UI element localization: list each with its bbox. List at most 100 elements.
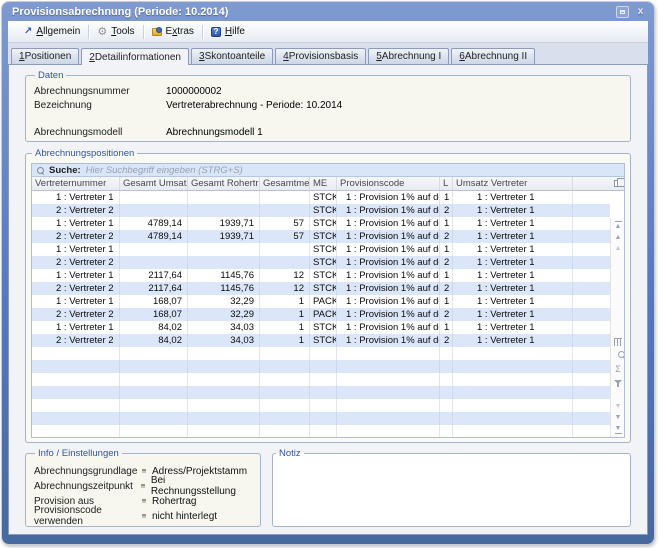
- grid-cell[interactable]: STCK: [310, 321, 337, 334]
- grid-header-cell[interactable]: Vertreternummer: [32, 177, 120, 190]
- grid-cell[interactable]: 4789,14: [120, 217, 188, 230]
- tab-abrechnung-ii[interactable]: 6 Abrechnung II: [451, 48, 535, 64]
- grid-cell[interactable]: 1 : Vertreter 1: [32, 295, 120, 308]
- grid-cell[interactable]: 4789,14: [120, 230, 188, 243]
- grid-cell[interactable]: 84,02: [120, 334, 188, 347]
- grid-cell[interactable]: 1 : Vertreter 1: [32, 243, 120, 256]
- grid-cell[interactable]: 1 : Vertreter 1: [32, 191, 120, 204]
- grid-cell[interactable]: 2 : Vertreter 2: [32, 256, 120, 269]
- menu-item-extras[interactable]: Extras: [144, 21, 202, 42]
- grid-cell[interactable]: 1 : Vertreter 1: [453, 321, 573, 334]
- grid-cell[interactable]: 168,07: [120, 295, 188, 308]
- grid-cell[interactable]: 2: [440, 230, 453, 243]
- grid-row[interactable]: 2 : Vertreter 22117,641145,7612STCK1 : P…: [32, 282, 610, 295]
- grid-cell[interactable]: 1 : Provision 1% auf den ve: [337, 230, 440, 243]
- grid-cell[interactable]: STCK: [310, 191, 337, 204]
- grid-cell[interactable]: [188, 256, 260, 269]
- grid-header-cell[interactable]: ME: [310, 177, 337, 190]
- grid-cell[interactable]: 2: [440, 204, 453, 217]
- grid-cell[interactable]: 2 : Vertreter 2: [32, 204, 120, 217]
- grid-header-cell[interactable]: Provisionscode: [337, 177, 440, 190]
- grid-cell[interactable]: 1 : Vertreter 1: [453, 282, 573, 295]
- menu-item-hilfe[interactable]: ?Hilfe: [203, 21, 253, 42]
- grid-cell[interactable]: 1: [260, 321, 310, 334]
- scroll-to-top-icon[interactable]: ▲: [611, 221, 624, 231]
- grid-cell[interactable]: [120, 191, 188, 204]
- grid-row[interactable]: 1 : Vertreter 1168,0732,291PACK1 : Provi…: [32, 295, 610, 308]
- grid-cell[interactable]: STCK: [310, 282, 337, 295]
- grid-row[interactable]: 2 : Vertreter 2168,0732,291PACK1 : Provi…: [32, 308, 610, 321]
- grid-cell[interactable]: 1 : Vertreter 1: [453, 204, 573, 217]
- grid-cell[interactable]: 34,03: [188, 334, 260, 347]
- grid-cell[interactable]: STCK: [310, 334, 337, 347]
- grid-cell[interactable]: 1 : Vertreter 1: [32, 217, 120, 230]
- notiz-input[interactable]: [275, 461, 628, 524]
- search-input[interactable]: Hier Suchbegriff eingeben (STRG+S): [86, 165, 243, 176]
- grid-cell[interactable]: 1 : Vertreter 1: [453, 334, 573, 347]
- scroll-down-page-icon[interactable]: ▼: [611, 402, 624, 411]
- grid-cell[interactable]: 2117,64: [120, 269, 188, 282]
- grid-cell[interactable]: 1 : Provision 1% auf den ve: [337, 243, 440, 256]
- menu-item-allgemein[interactable]: ↗Allgemein: [16, 21, 88, 42]
- grid-cell[interactable]: 1 : Vertreter 1: [453, 191, 573, 204]
- grid-cell[interactable]: [260, 243, 310, 256]
- grid-cell[interactable]: 84,02: [120, 321, 188, 334]
- grid-cell[interactable]: 168,07: [120, 308, 188, 321]
- scroll-up-icon[interactable]: ▲: [611, 233, 624, 242]
- grid-cell[interactable]: 1 : Vertreter 1: [453, 243, 573, 256]
- grid-header-cell[interactable]: Umsatz Vertreter: [453, 177, 573, 190]
- grid-cell[interactable]: [260, 204, 310, 217]
- grid-row[interactable]: 2 : Vertreter 2STCK1 : Provision 1% auf …: [32, 204, 610, 217]
- grid-cell[interactable]: 1 : Vertreter 1: [453, 230, 573, 243]
- sum-icon[interactable]: Σ: [611, 365, 624, 374]
- grid-cell[interactable]: PACK: [310, 308, 337, 321]
- menu-item-tools[interactable]: ⚙Tools: [89, 21, 142, 42]
- grid-header-cell[interactable]: Gesamt Umsatz EUR: [120, 177, 188, 190]
- tab-positionen[interactable]: 1 Positionen: [11, 48, 79, 64]
- grid-cell[interactable]: 2 : Vertreter 2: [32, 230, 120, 243]
- grid-cell[interactable]: [260, 191, 310, 204]
- grid-cell[interactable]: STCK: [310, 269, 337, 282]
- grid-cell[interactable]: 32,29: [188, 308, 260, 321]
- grid-cell[interactable]: 2: [440, 256, 453, 269]
- grid-cell[interactable]: 1 : Provision 1% auf den ve: [337, 256, 440, 269]
- grid-row[interactable]: 2 : Vertreter 24789,141939,7157STCK1 : P…: [32, 230, 610, 243]
- grid-cell[interactable]: 1: [440, 321, 453, 334]
- scroll-down-icon[interactable]: ▼: [611, 413, 624, 422]
- grid-cell[interactable]: [120, 204, 188, 217]
- grid-cell[interactable]: 57: [260, 230, 310, 243]
- grid-cell[interactable]: 1 : Vertreter 1: [32, 321, 120, 334]
- grid-cell[interactable]: STCK: [310, 243, 337, 256]
- grid-search-bar[interactable]: Suche: Hier Suchbegriff eingeben (STRG+S…: [32, 164, 624, 177]
- grid-cell[interactable]: 1939,71: [188, 230, 260, 243]
- grid-cell[interactable]: 2117,64: [120, 282, 188, 295]
- grid-cell[interactable]: 1 : Vertreter 1: [453, 295, 573, 308]
- filter-icon[interactable]: [611, 379, 624, 384]
- grid-header-cell[interactable]: Gesamt Rohertrag EUR: [188, 177, 260, 190]
- scroll-up-page-icon[interactable]: ▲: [611, 244, 624, 253]
- grid-row[interactable]: 1 : Vertreter 1STCK1 : Provision 1% auf …: [32, 191, 610, 204]
- grid-cell[interactable]: 2 : Vertreter 2: [32, 334, 120, 347]
- grid-cell[interactable]: 1 : Vertreter 1: [32, 269, 120, 282]
- tab-detailinformationen[interactable]: 2 Detailinformationen: [81, 48, 189, 65]
- grid-cell[interactable]: 2 : Vertreter 2: [32, 282, 120, 295]
- grid-cell[interactable]: 1145,76: [188, 269, 260, 282]
- grid-cell[interactable]: 12: [260, 269, 310, 282]
- grid-cell[interactable]: 1 : Provision 1% auf den ve: [337, 295, 440, 308]
- grid-header-cell[interactable]: Gesamtmenge: [260, 177, 310, 190]
- grid-cell[interactable]: 1: [260, 308, 310, 321]
- grid-cell[interactable]: PACK: [310, 295, 337, 308]
- grid-cell[interactable]: 1: [260, 295, 310, 308]
- grid-cell[interactable]: 1 : Provision 1% auf den ve: [337, 334, 440, 347]
- column-chooser-icon[interactable]: [614, 180, 622, 187]
- tab-provisionsbasis[interactable]: 4 Provisionsbasis: [275, 48, 366, 64]
- grid-cell[interactable]: 1145,76: [188, 282, 260, 295]
- grid-row[interactable]: 1 : Vertreter 184,0234,031STCK1 : Provis…: [32, 321, 610, 334]
- grid-cell[interactable]: 32,29: [188, 295, 260, 308]
- grid-cell[interactable]: [260, 256, 310, 269]
- grid-cell[interactable]: 2 : Vertreter 2: [32, 308, 120, 321]
- grid-cell[interactable]: 1 : Provision 1% auf den ve: [337, 282, 440, 295]
- grid-cell[interactable]: 1 : Provision 1% auf den ve: [337, 217, 440, 230]
- grid-cell[interactable]: 2: [440, 334, 453, 347]
- grid-header-cell[interactable]: L: [440, 177, 453, 190]
